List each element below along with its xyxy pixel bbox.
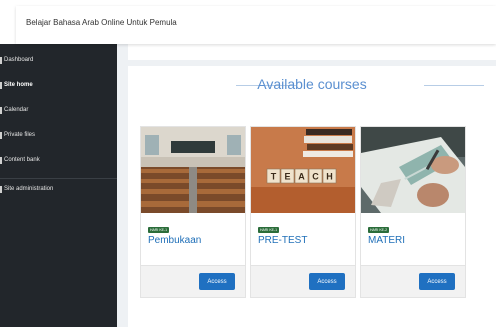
nav-item-label: Calendar: [4, 107, 29, 113]
svg-text:E: E: [284, 172, 290, 182]
svg-text:T: T: [271, 172, 277, 182]
content-bank-icon: [0, 156, 2, 164]
card-footer: Access: [251, 265, 355, 297]
course-card-pembukaan[interactable]: HARI KE-1 Pembukaan Access: [140, 126, 246, 298]
course-card-materi[interactable]: HARI KE-2 MATERI Access: [360, 126, 466, 298]
access-button[interactable]: Access: [419, 273, 455, 290]
site-name[interactable]: Belajar Bahasa Arab Online Untuk Pemula: [26, 18, 177, 27]
nav-item-label: Site administration: [4, 186, 54, 192]
access-button[interactable]: Access: [309, 273, 345, 290]
course-title-link[interactable]: Pembukaan: [148, 235, 201, 246]
wrench-icon: [0, 185, 2, 193]
card-footer: Access: [361, 265, 465, 297]
file-icon: [0, 131, 2, 139]
day-badge: HARI KE-1: [258, 227, 280, 233]
title-divider-right: [424, 85, 484, 86]
course-title-link[interactable]: PRE-TEST: [258, 235, 307, 246]
teach-blocks-image[interactable]: T E A C H: [251, 127, 355, 213]
svg-text:H: H: [326, 172, 333, 182]
sidebar-nav: Dashboard Site home Calendar Private fil…: [0, 44, 117, 327]
nav-item-site-home[interactable]: Site home: [0, 78, 33, 92]
svg-text:C: C: [312, 172, 319, 182]
card-footer: Access: [141, 265, 245, 297]
svg-text:A: A: [298, 172, 305, 182]
nav-item-private-files[interactable]: Private files: [0, 128, 35, 142]
nav-item-dashboard[interactable]: Dashboard: [0, 53, 33, 67]
available-courses-section: Available courses HARI KE-1 Pembukaan Ac…: [128, 66, 496, 327]
dashboard-icon: [0, 56, 2, 64]
day-badge: HARI KE-1: [148, 227, 170, 233]
section-title: Available courses: [257, 76, 367, 92]
calendar-icon: [0, 106, 2, 114]
nav-item-label: Content bank: [4, 157, 40, 163]
lecture-hall-image[interactable]: [141, 127, 245, 213]
nav-item-label: Private files: [4, 132, 36, 138]
nav-item-calendar[interactable]: Calendar: [0, 103, 28, 117]
top-navbar: Belajar Bahasa Arab Online Untuk Pemula: [16, 6, 496, 44]
day-badge: HARI KE-2: [368, 227, 390, 233]
course-title-link[interactable]: MATERI: [368, 235, 405, 246]
writing-hand-image[interactable]: [361, 127, 465, 213]
main-content: Available courses HARI KE-1 Pembukaan Ac…: [117, 44, 496, 327]
home-icon: [0, 81, 2, 89]
top-content-block: [128, 44, 496, 60]
course-card-pre-test[interactable]: T E A C H HARI KE-1 PRE-TEST Access: [250, 126, 356, 298]
nav-item-site-administration[interactable]: Site administration: [0, 182, 53, 196]
nav-item-label: Site home: [4, 82, 33, 88]
nav-divider: [0, 178, 117, 179]
access-button[interactable]: Access: [199, 273, 235, 290]
nav-item-label: Dashboard: [4, 57, 34, 63]
nav-item-content-bank[interactable]: Content bank: [0, 153, 40, 167]
